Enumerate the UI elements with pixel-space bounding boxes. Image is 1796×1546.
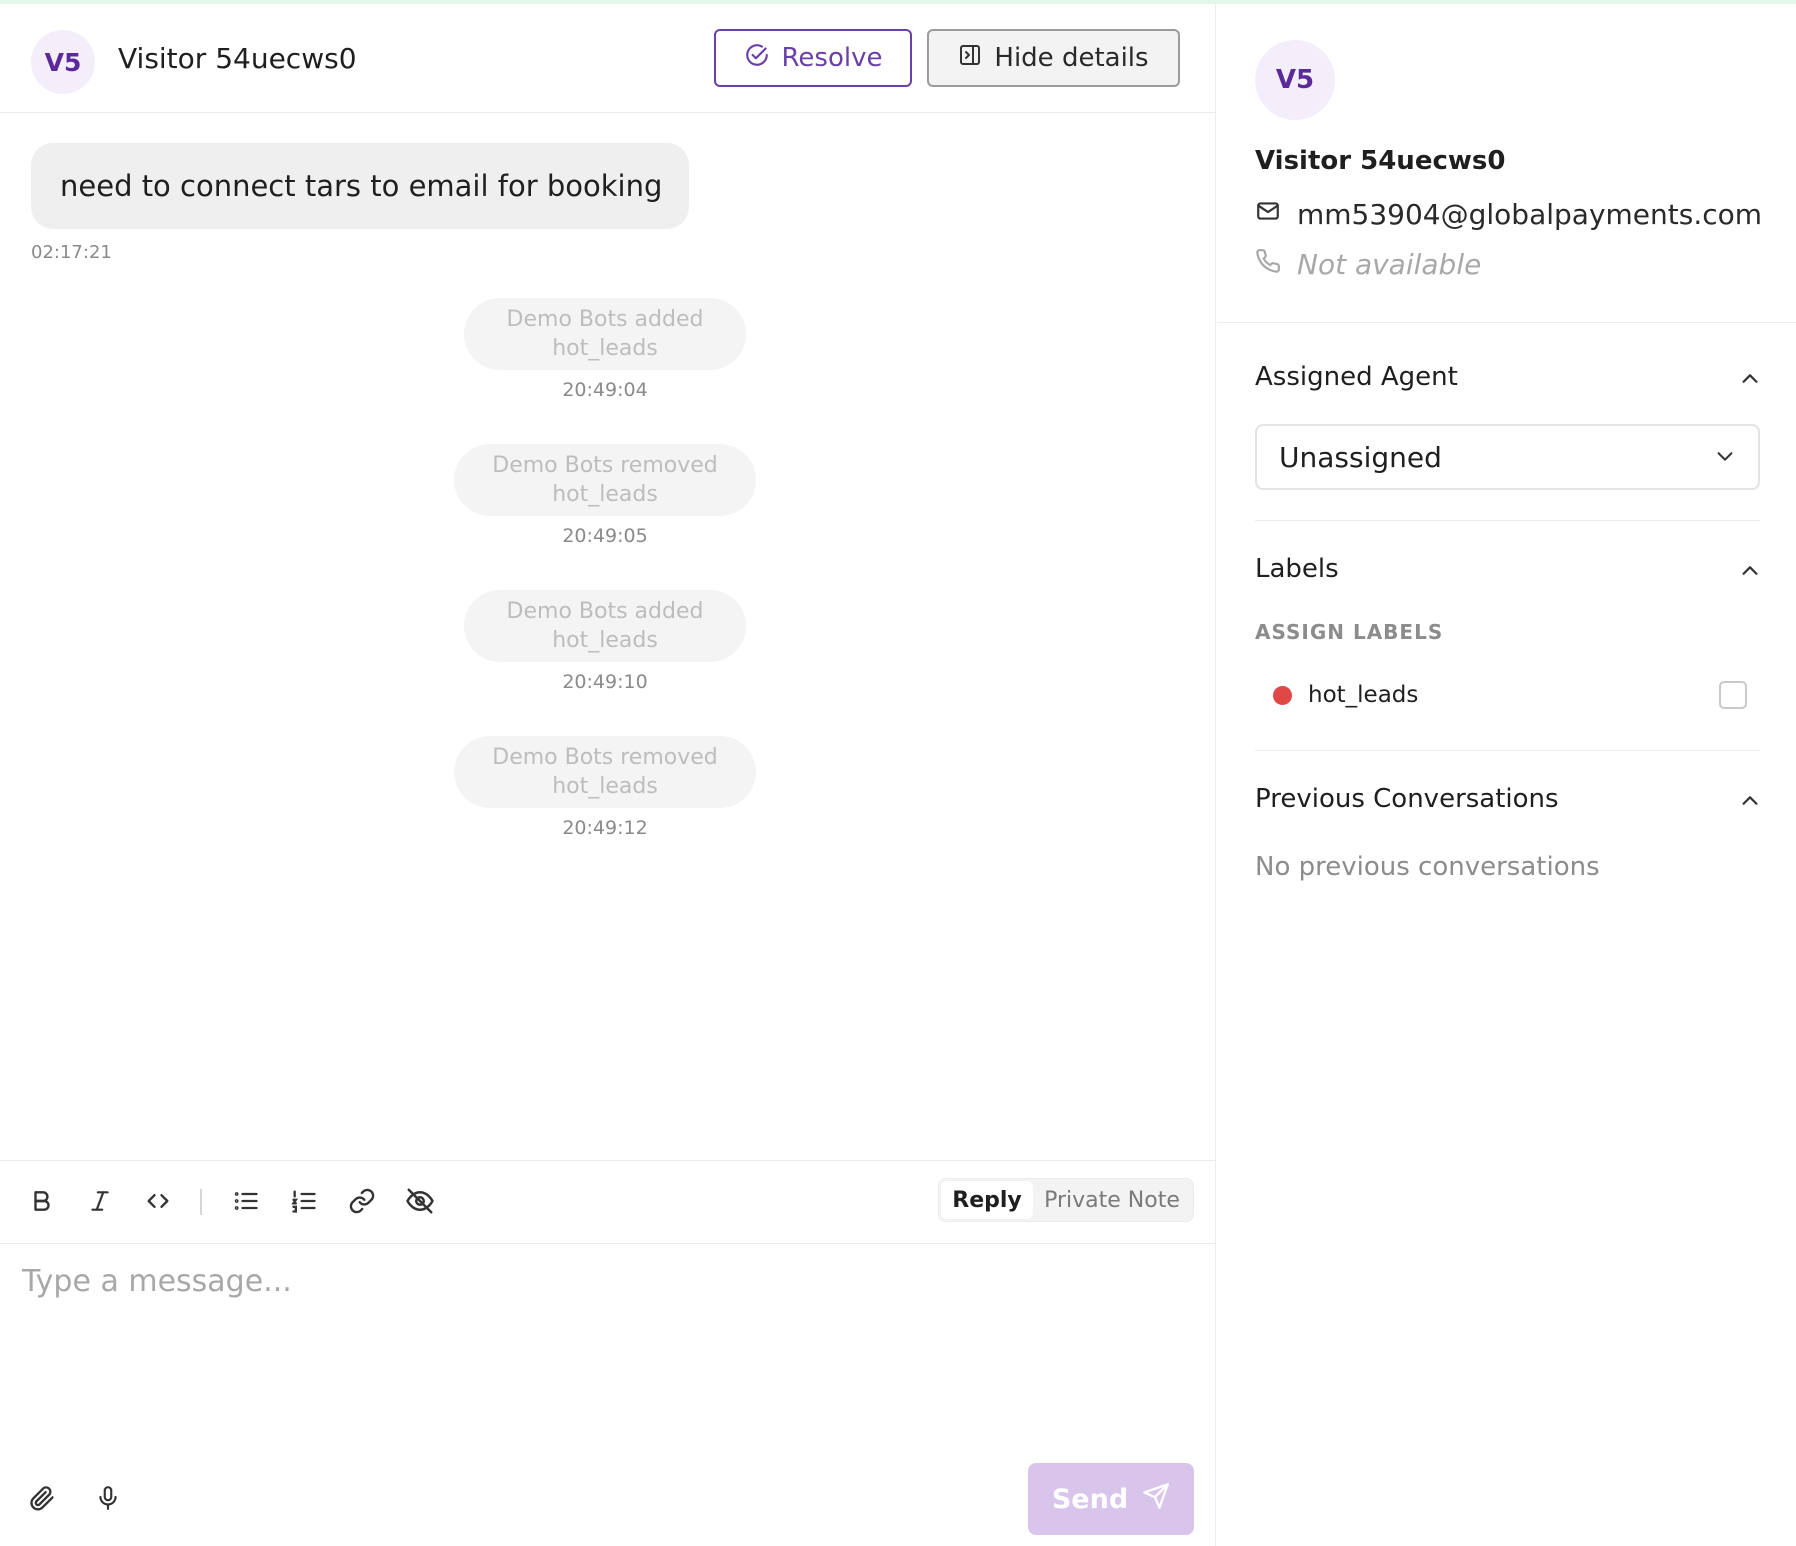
label-name: hot_leads [1308,682,1419,708]
message-timestamp: 02:17:21 [31,242,112,263]
system-event: Demo Bots added hot_leads [464,590,746,662]
assigned-agent-value: Unassigned [1279,440,1442,474]
numbered-list-icon[interactable] [284,1181,324,1221]
contact-phone: Not available [1297,248,1482,281]
tab-private-note[interactable]: Private Note [1033,1181,1191,1219]
chevron-up-icon[interactable] [1737,558,1763,584]
assigned-agent-select[interactable]: Unassigned [1255,424,1760,490]
contact-details-panel: V5 Visitor 54uecws0 mm53904@globalpaymen… [1217,4,1796,1546]
chevron-up-icon[interactable] [1737,366,1763,392]
system-event-time: 20:49:12 [562,817,648,839]
resolve-button[interactable]: Resolve [714,29,912,87]
hide-details-label: Hide details [994,43,1149,73]
hide-details-button[interactable]: Hide details [927,29,1180,87]
contact-avatar: V5 [1255,40,1335,120]
bullet-list-icon[interactable] [226,1181,266,1221]
divider [1217,322,1796,323]
chevron-up-icon[interactable] [1737,788,1763,814]
sidebar-panel-icon [958,43,982,74]
visitor-avatar: V5 [31,30,95,94]
contact-email: mm53904@globalpayments.com [1297,198,1763,231]
paperclip-icon[interactable] [24,1478,60,1518]
system-event-time: 20:49:05 [562,525,648,547]
label-checkbox[interactable] [1719,681,1747,709]
message-input[interactable] [22,1264,1192,1464]
contact-name: Visitor 54uecws0 [1255,146,1506,176]
check-circle-icon [744,42,770,75]
system-event: Demo Bots removed hot_leads [454,444,756,516]
visitor-name: Visitor 54uecws0 [118,42,357,75]
system-event-time: 20:49:04 [562,379,648,401]
label-color-dot [1273,685,1292,705]
send-label: Send [1051,1483,1129,1515]
phone-icon [1255,248,1281,281]
microphone-icon[interactable] [90,1478,126,1518]
bold-icon[interactable] [22,1181,62,1221]
toolbar-divider [200,1189,202,1215]
assigned-agent-title: Assigned Agent [1255,362,1458,392]
no-previous-conversations: No previous conversations [1255,852,1600,882]
assign-labels-caption: ASSIGN LABELS [1255,620,1444,644]
italic-icon[interactable] [80,1181,120,1221]
code-icon[interactable] [138,1181,178,1221]
chevron-down-icon [1714,441,1736,474]
divider [1255,750,1760,751]
divider [1255,520,1760,521]
system-event-time: 20:49:10 [562,671,648,693]
system-event: Demo Bots removed hot_leads [454,736,756,808]
conversation-header: V5 Visitor 54uecws0 Resolve Hide details [0,4,1216,113]
labels-title: Labels [1255,554,1339,584]
tab-reply[interactable]: Reply [941,1181,1033,1219]
system-event: Demo Bots added hot_leads [464,298,746,370]
contact-phone-row: Not available [1255,248,1481,281]
conversation-pane: V5 Visitor 54uecws0 Resolve Hide details… [0,4,1216,1546]
resolve-label: Resolve [781,43,883,73]
eye-off-icon[interactable] [400,1181,440,1221]
send-button[interactable]: Send [1028,1463,1194,1535]
mail-icon [1255,198,1281,231]
link-icon[interactable] [342,1181,382,1221]
contact-email-row[interactable]: mm53904@globalpayments.com [1255,198,1762,231]
paper-plane-icon [1142,1482,1170,1517]
formatting-toolbar: Reply Private Note [0,1160,1216,1244]
label-item[interactable]: hot_leads [1273,678,1747,712]
reply-mode-switch: Reply Private Note [938,1178,1194,1222]
previous-conversations-title: Previous Conversations [1255,784,1559,814]
visitor-message: need to connect tars to email for bookin… [31,143,689,229]
